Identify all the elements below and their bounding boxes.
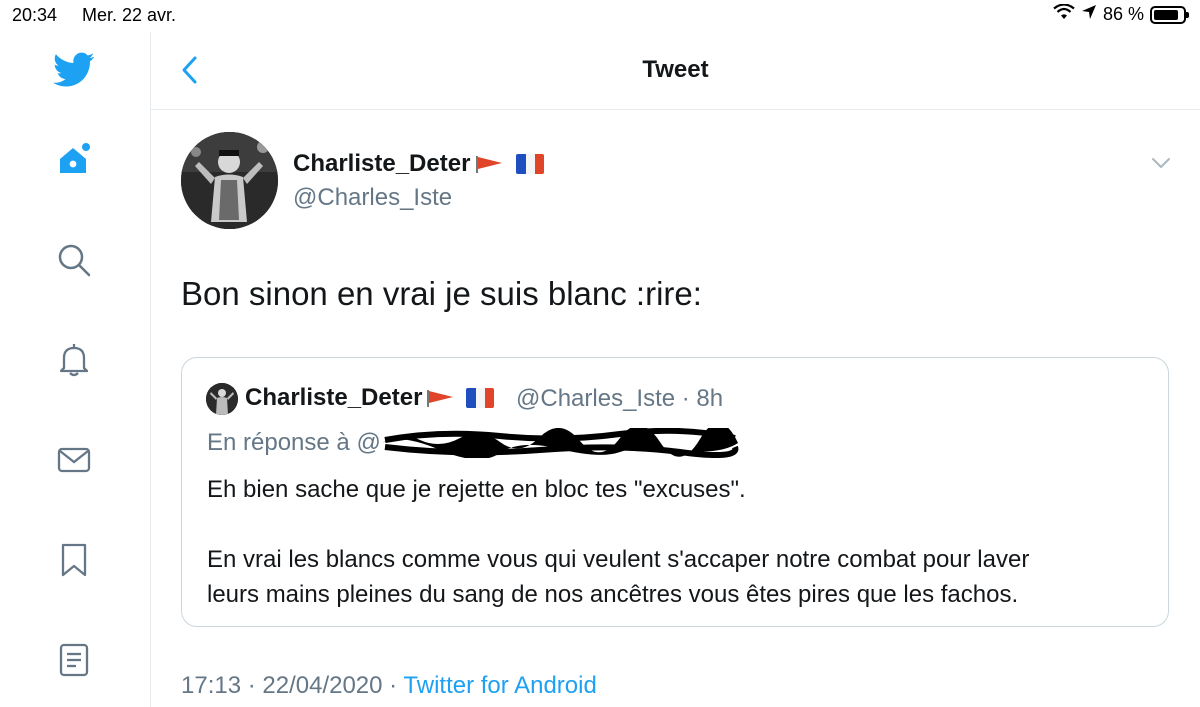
home-icon[interactable] (52, 138, 96, 182)
author-display-name[interactable]: Charliste_Deter (293, 150, 545, 178)
header: Tweet (151, 32, 1200, 110)
quote-line-1: Eh bien sache que je rejette en bloc tes… (207, 476, 746, 503)
twitter-bird-icon[interactable] (52, 48, 96, 92)
quote-handle-time: @Charles_Iste · 8h (516, 385, 724, 412)
quote-display-name: Charliste_Deter (245, 384, 495, 412)
quote-name-text: Charliste_Deter (245, 384, 423, 411)
author-handle[interactable]: @Charles_Iste (293, 184, 452, 212)
page-title: Tweet (642, 56, 709, 83)
quote-paragraph-gap (207, 507, 1157, 542)
status-date: Mer. 22 avr. (82, 5, 177, 25)
red-flag-icon (427, 390, 454, 407)
bookmarks-icon[interactable] (52, 538, 96, 582)
wifi-icon (1053, 3, 1075, 25)
tweet-timestamp: 17:13 · 22/04/2020 · (181, 672, 404, 699)
tweet-text: Bon sinon en vrai je suis blanc :rire: (181, 275, 702, 312)
search-icon[interactable] (52, 238, 96, 282)
notifications-icon[interactable] (52, 338, 96, 382)
quote-avatar (206, 383, 238, 415)
france-flag-icon (466, 388, 495, 408)
status-time: 20:34 (12, 5, 58, 25)
quote-line-2: En vrai les blancs comme vous qui veulen… (207, 546, 1030, 573)
france-flag-icon (516, 154, 545, 174)
author-name-text: Charliste_Deter (293, 150, 471, 177)
status-right: 86 % (1053, 3, 1189, 25)
quote-text: Eh bien sache que je rejette en bloc tes… (207, 472, 1157, 612)
location-arrow-icon (1081, 4, 1097, 25)
tweet-source-link[interactable]: Twitter for Android (403, 672, 596, 699)
battery-icon (1150, 5, 1189, 24)
avatar[interactable] (181, 132, 278, 229)
chevron-down-icon[interactable] (1150, 155, 1172, 171)
red-flag-icon (476, 156, 503, 173)
quoted-tweet[interactable]: Charliste_Deter @Charles_Iste · 8h En ré… (181, 357, 1169, 627)
status-bar: 20:34 Mer. 22 avr. 86 % (0, 0, 1200, 32)
messages-icon[interactable] (52, 438, 96, 482)
sidebar (0, 32, 151, 707)
battery-fill (1154, 9, 1179, 20)
lists-icon[interactable] (52, 638, 96, 682)
redaction-scribble (380, 422, 740, 460)
reply-context: En réponse à @ (207, 429, 381, 456)
quote-line-3: leurs mains pleines du sang de nos ancêt… (207, 581, 1019, 608)
tweet-meta: 17:13 · 22/04/2020 · Twitter for Android (181, 672, 597, 700)
battery-percent: 86 % (1102, 4, 1144, 24)
